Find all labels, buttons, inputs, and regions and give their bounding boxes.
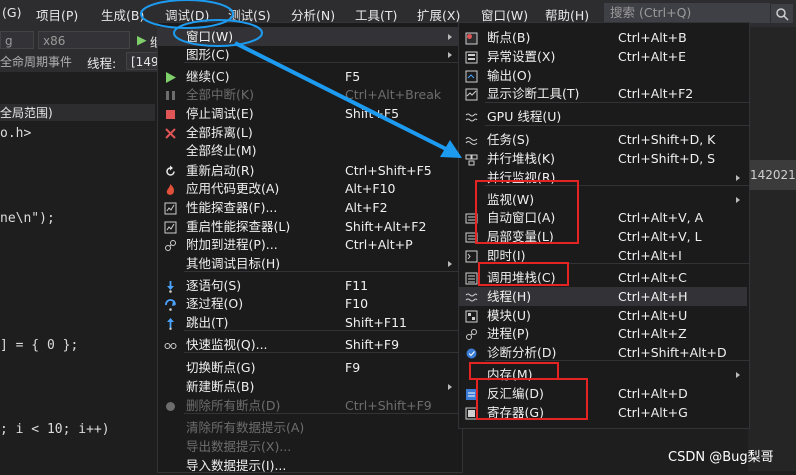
annotation-overlay: [140, 0, 462, 158]
annotation-arrow-line: [234, 41, 449, 152]
annotation-box-disasm-registers: [476, 378, 588, 420]
watermark: CSDN @Bug梨哥: [668, 450, 774, 465]
annotation-box-call-stack: [478, 262, 569, 286]
annotation-box-watch-group: [475, 180, 579, 244]
